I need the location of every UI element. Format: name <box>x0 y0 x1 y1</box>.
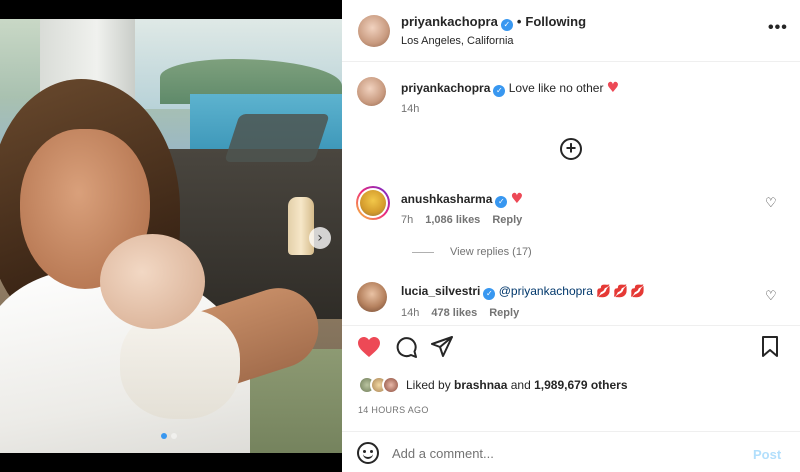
carousel-indicator <box>161 433 177 439</box>
header-separator: • <box>516 14 522 29</box>
verified-badge-icon: ✓ <box>493 85 506 97</box>
red-heart-emoji: ♥ <box>606 80 620 96</box>
share-icon <box>431 336 453 357</box>
post-header: priyankachopra ✓ • Following Los Angeles, C… <box>342 0 800 62</box>
comment-likes[interactable]: 478 likes <box>431 307 477 319</box>
caption-avatar[interactable] <box>357 77 386 106</box>
caption-text: Love like no other <box>508 81 604 95</box>
post-photo[interactable] <box>0 19 342 453</box>
caption-username[interactable]: priyankachopra <box>401 81 490 95</box>
post-button[interactable]: Post <box>753 447 781 462</box>
liked-by-count[interactable]: 1,989,679 others <box>534 378 627 392</box>
liked-by-row: Liked by brashnaa and 1,989,679 others <box>358 376 628 394</box>
heart-outline-icon: ♡ <box>765 196 777 211</box>
verified-badge-icon: ✓ <box>483 288 496 300</box>
kiss-emoji: 💋💋💋 <box>596 284 648 298</box>
caption-time: 14h <box>401 103 420 115</box>
comment-button[interactable] <box>395 336 417 361</box>
author-username[interactable]: priyankachopra <box>401 14 498 29</box>
carousel-next-button[interactable]: › <box>309 227 331 249</box>
comment-likes[interactable]: 1,086 likes <box>425 214 480 226</box>
comment-input[interactable] <box>392 440 732 466</box>
post-modal: › priyankachopra ✓ • Following Los Angeles,… <box>0 0 800 472</box>
following-button[interactable]: Following <box>525 14 586 29</box>
comments-section: priyankachopra ✓ Love like no other ♥ 14h… <box>342 63 800 325</box>
more-options-button[interactable]: ••• <box>768 19 788 37</box>
replies-line <box>412 251 434 253</box>
reply-button[interactable]: Reply <box>489 307 519 319</box>
post-details-panel: priyankachopra ✓ • Following Los Angeles, C… <box>342 0 800 472</box>
liked-by-user[interactable]: brashnaa <box>454 378 507 392</box>
post-time[interactable]: 14 HOURS AGO <box>358 405 429 415</box>
post-actions: Liked by brashnaa and 1,989,679 others 1… <box>342 325 800 431</box>
like-button[interactable] <box>357 336 381 361</box>
comment-time: 7h <box>401 214 414 226</box>
comment-mention[interactable]: @priyankachopra <box>499 284 593 298</box>
comment-username[interactable]: anushkasharma <box>401 192 492 206</box>
comment-like-button[interactable]: ♡ <box>765 196 777 211</box>
liker-avatar <box>382 376 400 394</box>
share-button[interactable] <box>431 336 453 361</box>
story-ring[interactable] <box>356 186 390 220</box>
comment-time: 14h <box>401 307 420 319</box>
load-more-comments-button[interactable]: + <box>560 138 582 160</box>
view-replies-label: View replies (17) <box>450 246 532 258</box>
author-avatar[interactable] <box>358 15 390 47</box>
reply-button[interactable]: Reply <box>492 214 522 226</box>
heart-filled-icon <box>358 337 380 357</box>
liked-by-prefix: Liked by <box>406 378 451 392</box>
red-heart-emoji: ♥ <box>510 191 524 207</box>
chevron-right-icon: › <box>317 230 323 246</box>
heart-outline-icon: ♡ <box>765 289 777 304</box>
verified-badge-icon: ✓ <box>500 19 513 31</box>
post-location[interactable]: Los Angeles, California <box>401 35 514 47</box>
view-replies-button[interactable]: View replies (17) <box>412 246 532 258</box>
carousel-dot-active <box>161 433 167 439</box>
more-horizontal-icon: ••• <box>768 19 788 36</box>
comment-username[interactable]: lucia_silvestri <box>401 284 480 298</box>
add-comment-bar: Post <box>342 431 800 472</box>
carousel-dot <box>171 433 177 439</box>
liked-by-and: and <box>510 378 531 392</box>
verified-badge-icon: ✓ <box>495 196 508 208</box>
emoji-icon[interactable] <box>357 442 379 464</box>
plus-circle-icon: + <box>565 138 577 158</box>
commenter-avatar[interactable] <box>357 282 387 312</box>
commenter-avatar <box>360 190 386 216</box>
post-media: › <box>0 0 342 472</box>
comment-icon <box>396 337 417 358</box>
comment-like-button[interactable]: ♡ <box>765 289 777 304</box>
save-button[interactable] <box>761 336 779 361</box>
bookmark-icon <box>762 336 778 357</box>
